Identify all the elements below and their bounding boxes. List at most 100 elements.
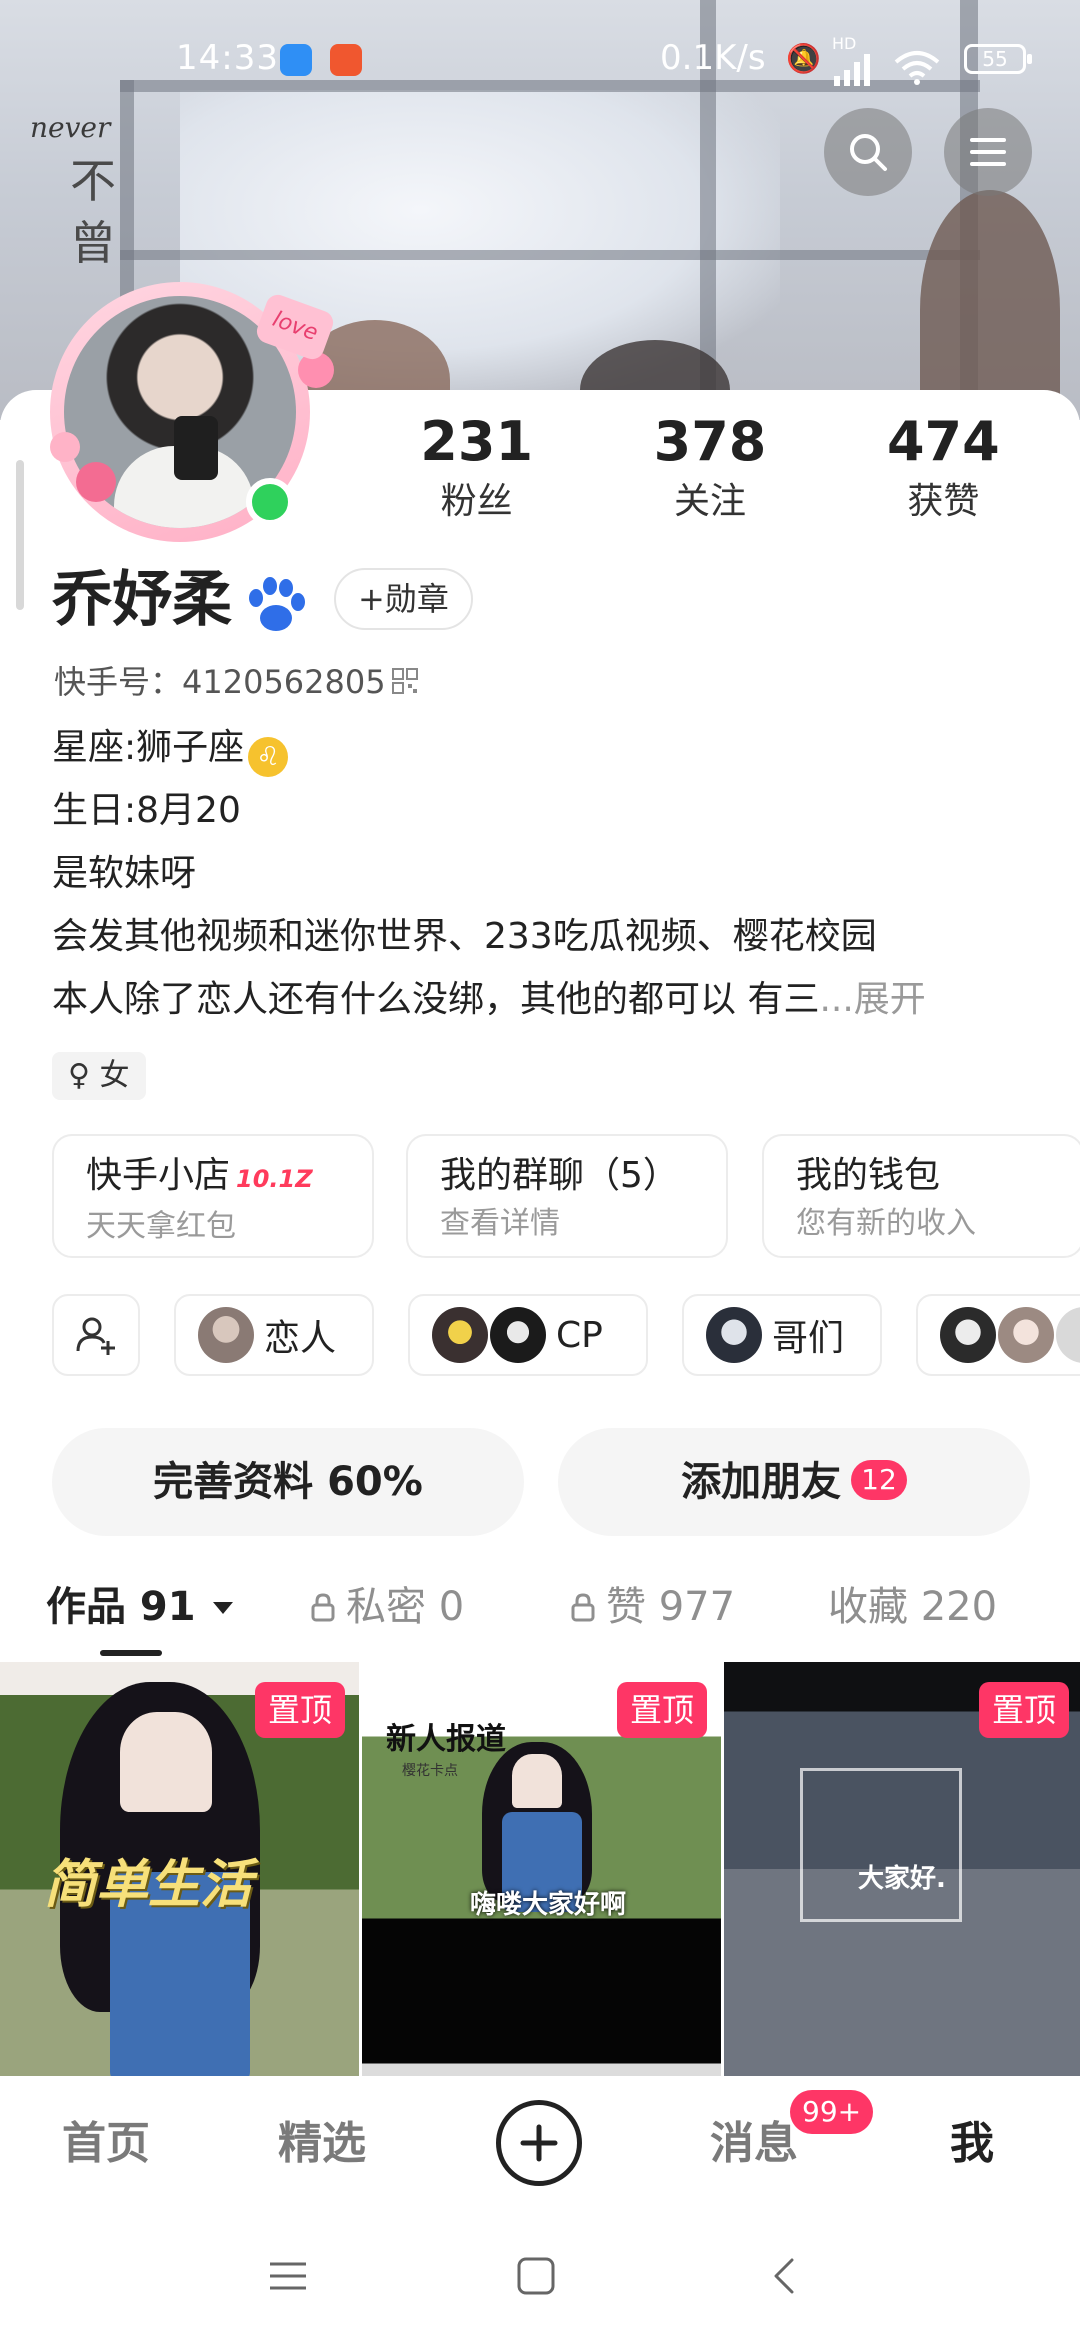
tab-likes[interactable]: 赞 977: [570, 1572, 735, 1642]
bio-line: 会发其他视频和迷你世界、233吃瓜视频、樱花校园: [52, 916, 877, 957]
video-thumbnail[interactable]: 新人报道 樱花卡点 嗨喽大家好啊 置顶: [362, 1662, 721, 2076]
bottom-nav: 首页 精选 消息 99+ 我: [0, 2076, 1080, 2216]
tab-likes-label: 赞 977: [606, 1584, 736, 1630]
nav-messages[interactable]: 消息: [710, 2112, 798, 2176]
pinned-badge: 置顶: [255, 1682, 345, 1738]
add-friends-button[interactable]: 添加朋友 12: [558, 1428, 1030, 1536]
home-icon[interactable]: [514, 2254, 558, 2298]
pinned-badge: 置顶: [979, 1682, 1069, 1738]
qr-code-icon[interactable]: [392, 668, 418, 694]
menu-button[interactable]: [944, 108, 1032, 196]
bio-expand-link[interactable]: ...展开: [819, 979, 925, 1020]
stat-value: 378: [653, 410, 767, 473]
banner-vertical-cn-text: 不曾: [70, 154, 116, 270]
video-subtitle: 樱花卡点: [402, 1763, 458, 1779]
add-relation-button[interactable]: [52, 1294, 140, 1376]
kwai-id[interactable]: 快手号：4120562805: [54, 660, 386, 704]
relation-label: 恋人: [264, 1318, 337, 1359]
network-speed: 0.1K/s: [660, 38, 766, 78]
stat-label: 关注: [673, 481, 746, 522]
feature-wallet[interactable]: 我的钱包 您有新的收入: [762, 1134, 1080, 1258]
leo-icon: ♌: [248, 737, 289, 777]
video-notification-icon: [330, 44, 362, 76]
complete-profile-button[interactable]: 完善资料 60%: [52, 1428, 524, 1536]
lock-icon: [311, 1593, 335, 1622]
nav-home[interactable]: 首页: [62, 2112, 150, 2176]
stat-likes[interactable]: 474 获赞: [827, 408, 1060, 538]
character-face: [512, 1754, 562, 1808]
status-bar: 14:33 0.1K/s 🔕 HD 55: [0, 30, 1080, 90]
battery-indicator: 55: [964, 44, 1032, 74]
avatar-flower-deco: [76, 462, 116, 502]
chevron-down-icon: [212, 1602, 233, 1614]
plus-icon: [520, 2124, 558, 2162]
stat-label: 获赞: [907, 481, 980, 522]
tab-private[interactable]: 私密 0: [310, 1572, 464, 1642]
relation-avatar: [998, 1307, 1054, 1363]
profile-name: 乔妤柔: [52, 565, 232, 635]
video-caption: 简单生活: [44, 1855, 253, 1915]
profile-bio[interactable]: 星座:狮子座 ♌ 生日:8月20 是软妹呀 会发其他视频和迷你世界、233吃瓜视频…: [52, 716, 1032, 1031]
stat-following[interactable]: 378 关注: [593, 408, 826, 538]
messages-badge: 99+: [790, 2090, 874, 2134]
relation-more[interactable]: [916, 1294, 1080, 1376]
avatar-heart-deco: [50, 432, 80, 462]
paw-icon: [249, 577, 305, 631]
video-grid: 简单生活 置顶 新人报道 樱花卡点 嗨喽大家好啊 置顶 大家好. 置顶: [0, 1662, 1080, 2076]
relation-bros[interactable]: 哥们: [682, 1294, 882, 1376]
create-post-button[interactable]: [496, 2100, 582, 2186]
banner-vertical-text: never: [30, 111, 111, 144]
recent-apps-icon[interactable]: [266, 2254, 310, 2298]
video-caption: 嗨喽大家好啊: [470, 1890, 627, 1920]
search-button[interactable]: [824, 108, 912, 196]
avatar-container[interactable]: love: [50, 282, 338, 542]
content-tabs: 作品 91 私密 0 赞 977 收藏 220: [0, 1572, 1080, 1662]
system-navigation-bar: [0, 2216, 1080, 2340]
wifi-icon: [894, 51, 940, 85]
back-icon[interactable]: [764, 2254, 808, 2298]
banner-figure: [920, 190, 1060, 420]
feature-title: 我的群聊（5）: [440, 1155, 679, 1196]
add-friends-label: 添加朋友: [681, 1459, 842, 1505]
video-thumbnail[interactable]: 大家好. 置顶: [724, 1662, 1080, 2076]
tab-favorites[interactable]: 收藏 220: [828, 1572, 997, 1642]
relation-avatar: [490, 1307, 546, 1363]
relation-avatar: [432, 1307, 488, 1363]
stat-followers[interactable]: 231 粉丝: [360, 408, 593, 538]
video-thumbnail[interactable]: 简单生活 置顶: [0, 1662, 359, 2076]
nav-featured[interactable]: 精选: [278, 2112, 366, 2176]
signal-icon: [834, 54, 870, 86]
video-title: 新人报道: [386, 1722, 506, 1757]
focus-frame: [800, 1768, 962, 1922]
bio-birthday: 生日:8月20: [52, 790, 241, 831]
lock-icon: [571, 1593, 595, 1622]
feature-cards: 快手小店 10.1Z 天天拿红包 我的群聊（5） 查看详情 我的钱包 您有新的收入: [52, 1134, 1080, 1260]
add-friends-count-badge: 12: [851, 1460, 907, 1500]
relation-avatar: [198, 1307, 254, 1363]
nav-me[interactable]: 我: [950, 2112, 994, 2176]
add-medal-button[interactable]: +勋章: [334, 568, 473, 630]
feature-subtitle: 您有新的收入: [796, 1206, 976, 1241]
bio-line: 是软妹呀: [52, 853, 197, 894]
relation-label: 哥们: [772, 1318, 845, 1359]
feature-shop-title: 快手小店: [86, 1155, 231, 1196]
relation-cp[interactable]: CP: [408, 1294, 648, 1376]
stat-label: 粉丝: [440, 481, 513, 522]
tab-private-label: 私密 0: [346, 1584, 465, 1630]
upload-notification-icon: [280, 44, 312, 76]
status-time: 14:33: [176, 38, 279, 78]
bio-line: 星座:狮子座 ♌: [52, 716, 1032, 779]
pinned-badge: 置顶: [617, 1682, 707, 1738]
feature-group-chat[interactable]: 我的群聊（5） 查看详情: [406, 1134, 728, 1258]
stat-value: 231: [420, 410, 534, 473]
feature-shop[interactable]: 快手小店 10.1Z 天天拿红包: [52, 1134, 374, 1258]
avatar-phone: [174, 416, 218, 480]
stat-value: 474: [886, 410, 1000, 473]
bio-zodiac: 星座:狮子座: [52, 727, 245, 768]
relation-lover[interactable]: 恋人: [174, 1294, 374, 1376]
feature-subtitle: 天天拿红包: [86, 1209, 236, 1244]
gender-tag: ♀ 女: [52, 1052, 146, 1100]
tab-works[interactable]: 作品 91: [46, 1572, 236, 1642]
online-status-dot: [246, 478, 294, 526]
search-icon: [850, 134, 887, 171]
